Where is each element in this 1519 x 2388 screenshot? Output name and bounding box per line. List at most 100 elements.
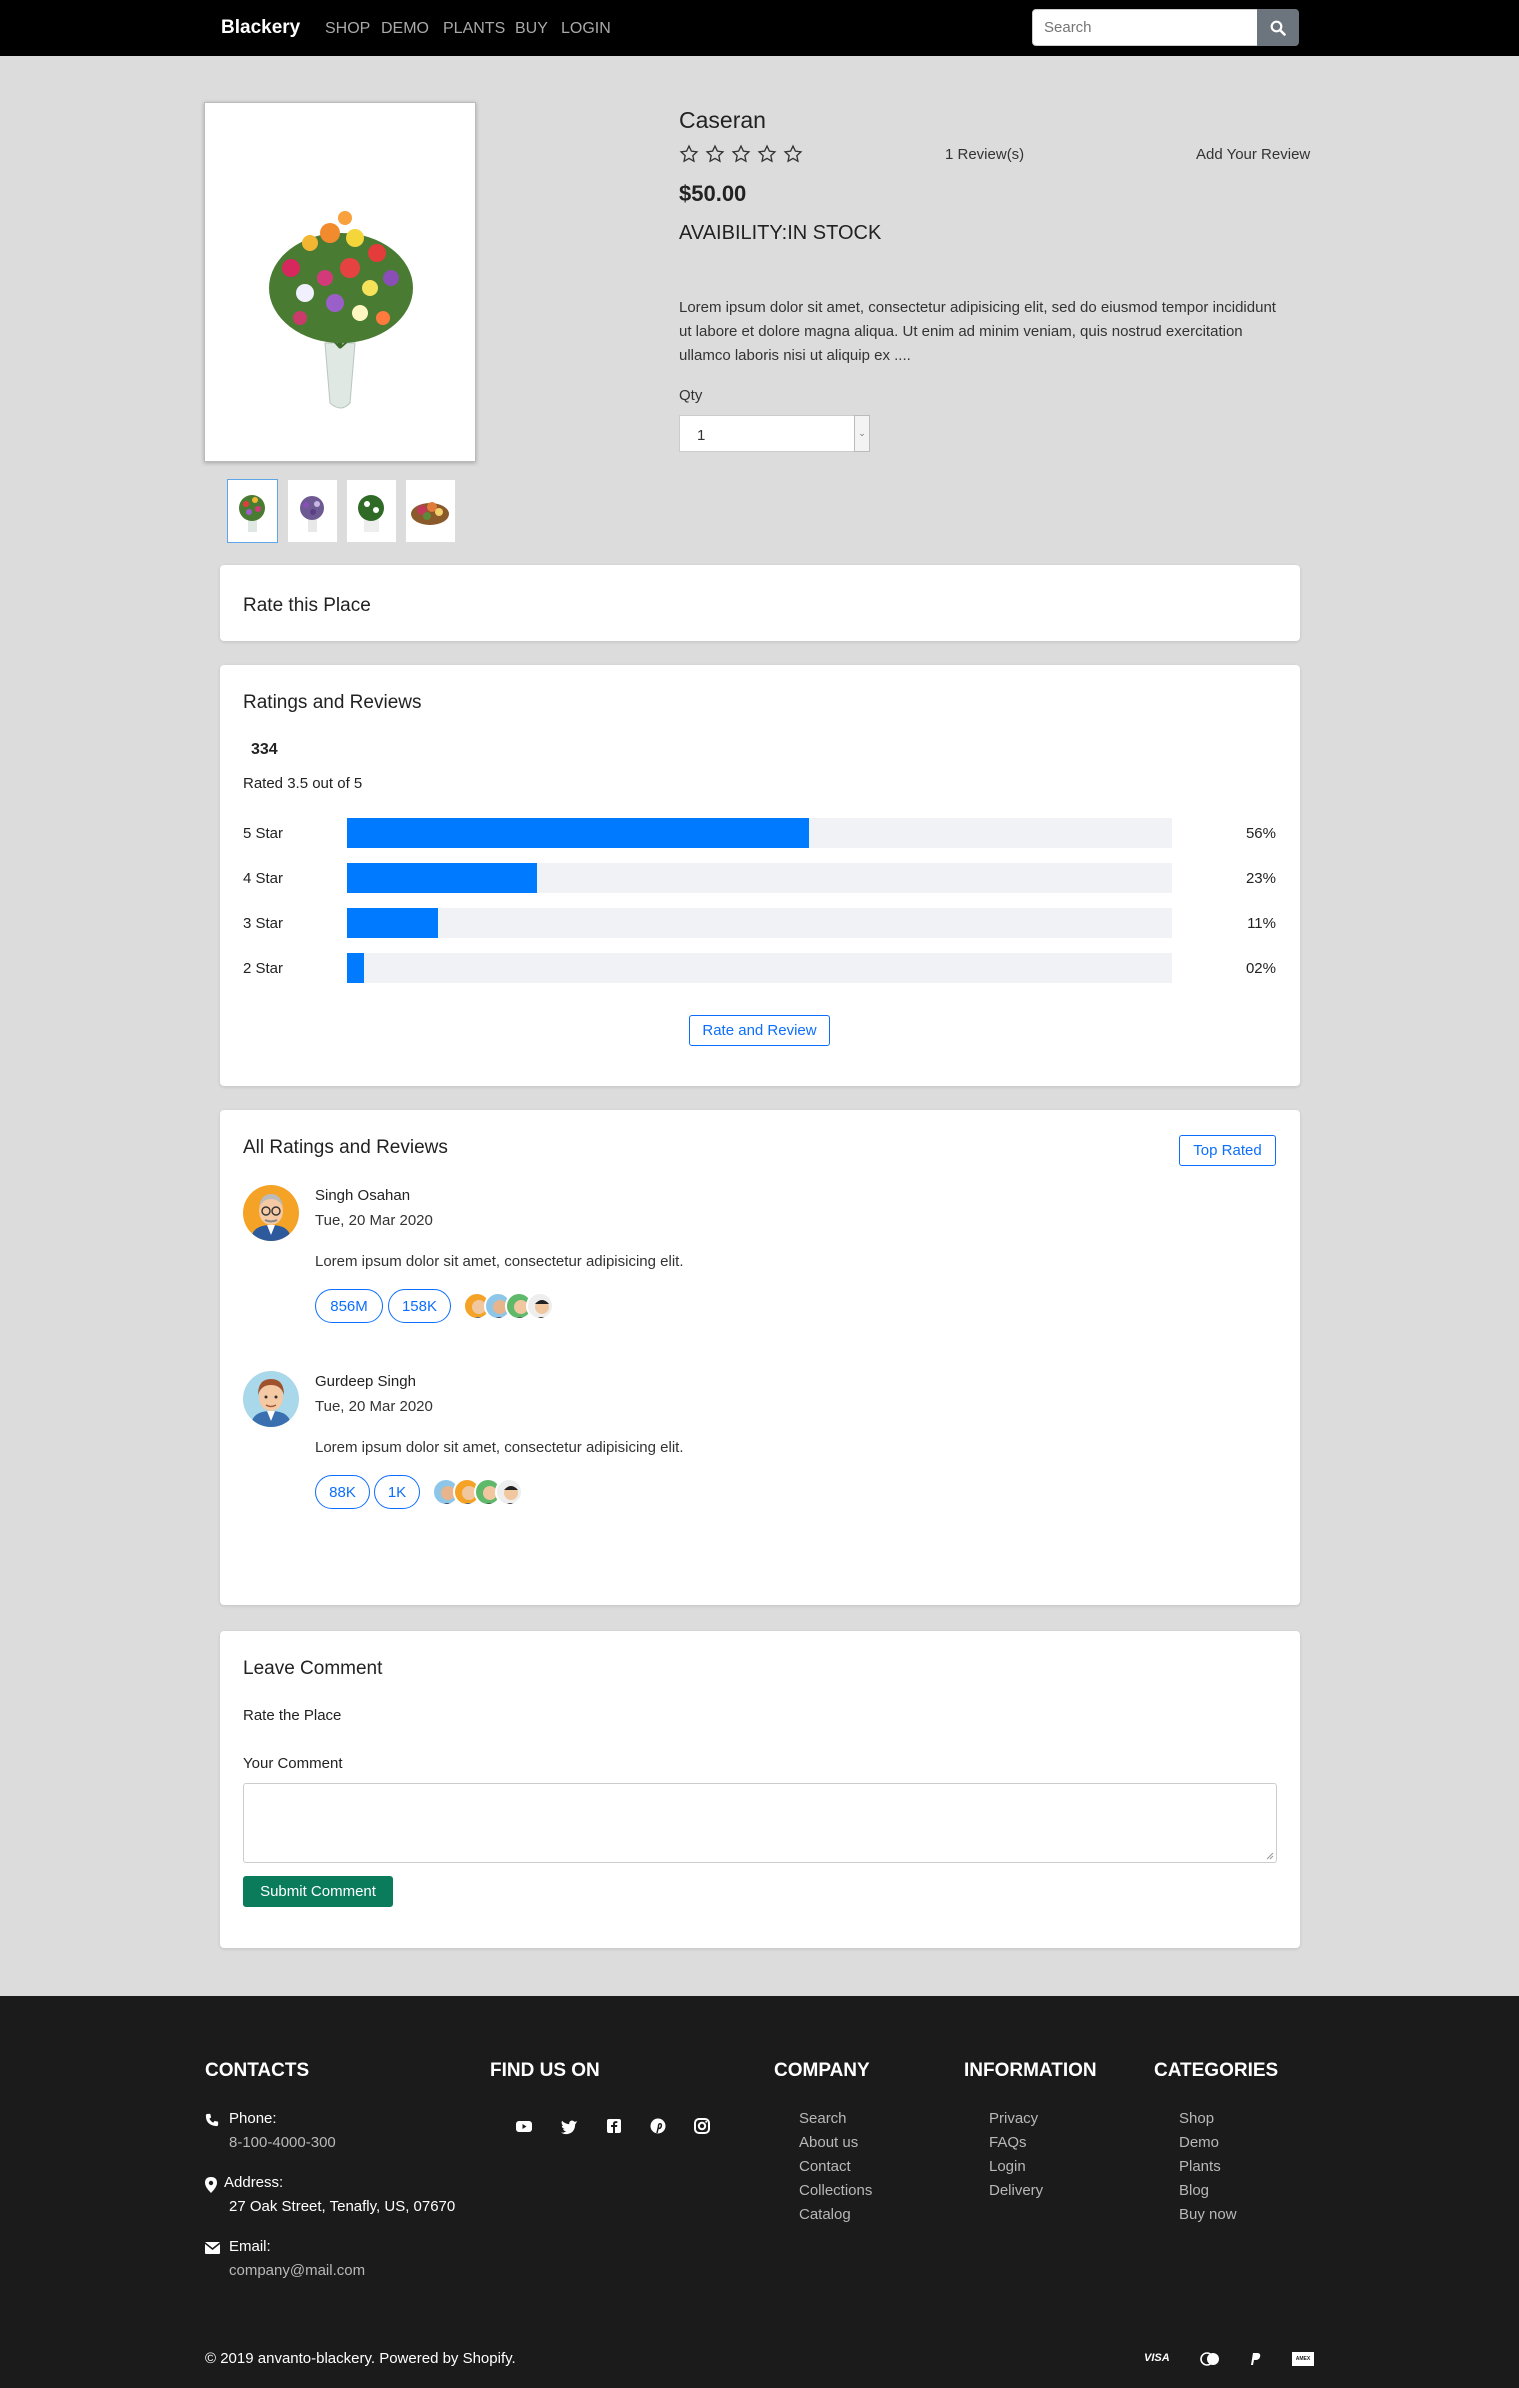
ratings-total: 334: [251, 741, 278, 758]
review-author[interactable]: Gurdeep Singh: [315, 1373, 416, 1390]
footer-link-faqs[interactable]: FAQs: [989, 2134, 1027, 2151]
bar-percent-3: 11%: [1247, 915, 1276, 932]
footer-link-plants[interactable]: Plants: [1179, 2158, 1221, 2175]
review-text: Lorem ipsum dolor sit amet, consectetur …: [315, 1439, 684, 1456]
flower-bouquet-image: [269, 211, 413, 409]
brand-logo[interactable]: Blackery: [221, 17, 300, 39]
bar-fill-4: [347, 863, 537, 893]
thumbnail-2[interactable]: [287, 479, 338, 543]
footer-contacts-title: CONTACTS: [205, 2060, 310, 2081]
email-icon: [205, 2242, 220, 2254]
chevron-down-icon[interactable]: ⌄: [854, 415, 870, 452]
rating-stars[interactable]: [679, 144, 803, 164]
review-author[interactable]: Singh Osahan: [315, 1187, 410, 1204]
bar-percent-2: 02%: [1245, 960, 1276, 977]
mini-avatar[interactable]: [495, 1478, 523, 1506]
thumbnail-3[interactable]: [346, 479, 397, 543]
dislike-count-button[interactable]: 158K: [388, 1289, 451, 1323]
phone-icon: [205, 2113, 219, 2127]
phone-number[interactable]: 8-100-4000-300: [229, 2134, 336, 2151]
user-avatar-image: [251, 1379, 291, 1427]
nav-link-shop[interactable]: SHOP: [325, 20, 370, 38]
star-empty-icon[interactable]: [757, 144, 777, 164]
footer-link-buy-now[interactable]: Buy now: [1179, 2206, 1237, 2223]
like-count-button[interactable]: 856M: [315, 1289, 383, 1323]
availability-status: AVAIBILITY:IN STOCK: [679, 222, 882, 244]
footer-link-blog[interactable]: Blog: [1179, 2182, 1209, 2199]
footer-link-search[interactable]: Search: [799, 2110, 847, 2127]
footer-link-catalog[interactable]: Catalog: [799, 2206, 851, 2223]
search-button[interactable]: [1257, 9, 1299, 46]
bar-fill-5: [347, 818, 809, 848]
instagram-icon[interactable]: [692, 2116, 712, 2136]
star-empty-icon[interactable]: [783, 144, 803, 164]
footer: CONTACTS Phone: 8-100-4000-300 Address: …: [0, 1996, 1519, 2388]
bar-fill-2: [347, 953, 364, 983]
user-avatar-image: [251, 1194, 291, 1241]
like-count-button[interactable]: 88K: [315, 1475, 370, 1509]
rate-place-label: Rate the Place: [243, 1707, 342, 1724]
rate-and-review-button[interactable]: Rate and Review: [689, 1015, 830, 1046]
thumbnail-image: [300, 496, 324, 532]
pinterest-icon[interactable]: [648, 2116, 668, 2136]
dislike-count-button[interactable]: 1K: [374, 1475, 420, 1509]
star-empty-icon[interactable]: [679, 144, 699, 164]
ratings-card: Ratings and Reviews 334 Rated 3.5 out of…: [220, 665, 1300, 1086]
footer-link-delivery[interactable]: Delivery: [989, 2182, 1043, 2199]
star-empty-icon[interactable]: [731, 144, 751, 164]
bar-track-2: [347, 953, 1172, 983]
footer-find-title: FIND US ON: [490, 2060, 600, 2081]
submit-comment-button[interactable]: Submit Comment: [243, 1876, 393, 1907]
copyright-text: © 2019 anvanto-blackery. Powered by Shop…: [205, 2350, 516, 2367]
footer-link-privacy[interactable]: Privacy: [989, 2110, 1038, 2127]
resize-handle-icon[interactable]: [1266, 1852, 1274, 1860]
product-main-image[interactable]: [204, 102, 476, 462]
ratings-summary: Rated 3.5 out of 5: [243, 775, 363, 792]
leave-comment-title: Leave Comment: [243, 1658, 383, 1679]
bar-fill-3: [347, 908, 438, 938]
nav-link-demo[interactable]: DEMO: [381, 20, 429, 38]
address-text: 27 Oak Street, Tenafly, US, 07670: [229, 2198, 456, 2215]
thumbnail-image: [411, 502, 449, 525]
qty-select[interactable]: 1 ⌄: [679, 415, 870, 452]
footer-link-shop[interactable]: Shop: [1179, 2110, 1214, 2127]
email-address[interactable]: company@mail.com: [229, 2262, 365, 2279]
mini-avatar[interactable]: [526, 1292, 554, 1320]
review-count[interactable]: 1 Review(s): [945, 146, 1024, 163]
comment-label: Your Comment: [243, 1755, 343, 1772]
footer-link-demo[interactable]: Demo: [1179, 2134, 1219, 2151]
comment-textarea[interactable]: [243, 1783, 1277, 1863]
footer-link-collections[interactable]: Collections: [799, 2182, 872, 2199]
footer-company-title: COMPANY: [774, 2060, 870, 2081]
facebook-icon[interactable]: [604, 2116, 624, 2136]
all-reviews-card: All Ratings and Reviews Top Rated Singh …: [220, 1110, 1300, 1605]
phone-label: Phone:: [229, 2110, 277, 2127]
bar-track-3: [347, 908, 1172, 938]
leave-comment-card: Leave Comment Rate the Place Your Commen…: [220, 1631, 1300, 1948]
top-rated-button[interactable]: Top Rated: [1179, 1135, 1276, 1166]
nav-link-login[interactable]: LOGIN: [561, 20, 611, 38]
bar-label-5: 5 Star: [243, 825, 284, 842]
avatar[interactable]: [243, 1185, 299, 1241]
bar-label-4: 4 Star: [243, 870, 284, 887]
thumbnail-4[interactable]: [405, 479, 456, 543]
footer-info-title: INFORMATION: [964, 2060, 1097, 2081]
footer-link-about[interactable]: About us: [799, 2134, 858, 2151]
bar-percent-4: 23%: [1245, 870, 1276, 887]
footer-link-contact[interactable]: Contact: [799, 2158, 851, 2175]
youtube-icon[interactable]: [514, 2116, 534, 2136]
add-review-link[interactable]: Add Your Review: [1196, 146, 1310, 163]
address-label: Address:: [224, 2174, 284, 2191]
map-pin-icon: [205, 2177, 217, 2193]
star-empty-icon[interactable]: [705, 144, 725, 164]
twitter-icon[interactable]: [559, 2116, 579, 2136]
nav-link-buy[interactable]: BUY: [515, 20, 548, 38]
search-input[interactable]: [1032, 9, 1258, 46]
paypal-icon: [1251, 2353, 1261, 2365]
avatar[interactable]: [243, 1371, 299, 1427]
bar-label-2: 2 Star: [243, 960, 284, 977]
thumbnail-1[interactable]: [227, 479, 278, 543]
footer-link-login[interactable]: Login: [989, 2158, 1026, 2175]
nav-link-plants[interactable]: PLANTS: [443, 20, 505, 38]
bar-track-5: [347, 818, 1172, 848]
